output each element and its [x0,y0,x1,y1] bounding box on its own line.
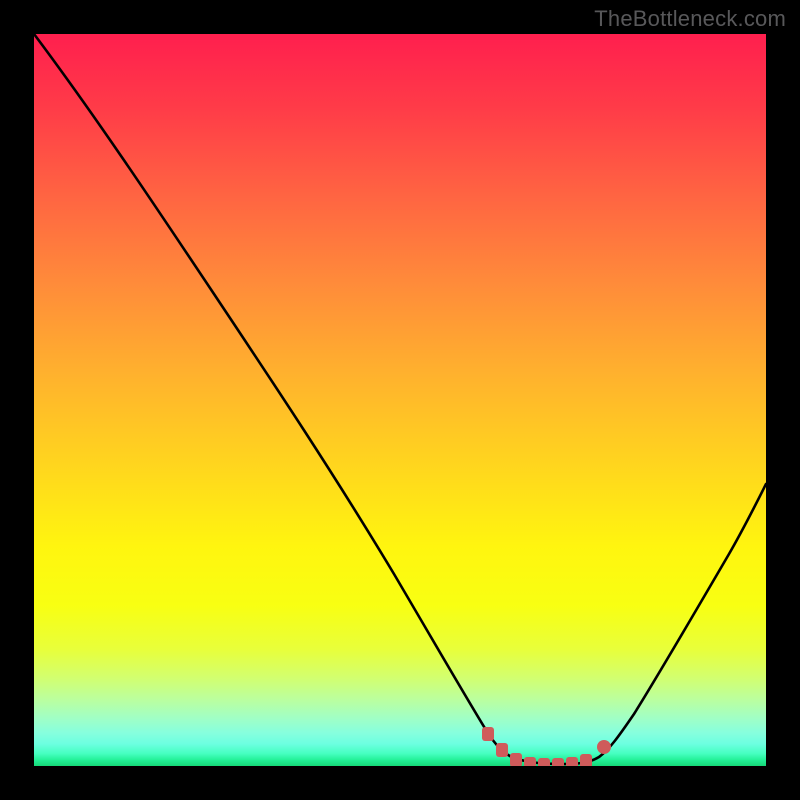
zone-marker [510,753,522,766]
chart-svg [34,34,766,766]
zone-marker [580,754,592,766]
optimal-zone-markers [482,727,611,766]
zone-marker [482,727,494,741]
zone-marker [538,758,550,766]
zone-marker [496,743,508,757]
watermark-text: TheBottleneck.com [594,6,786,32]
zone-marker [566,757,578,766]
zone-marker [552,758,564,766]
zone-end-dot [597,740,611,754]
plot-area [34,34,766,766]
bottleneck-curve-path [34,34,766,764]
zone-marker [524,757,536,766]
